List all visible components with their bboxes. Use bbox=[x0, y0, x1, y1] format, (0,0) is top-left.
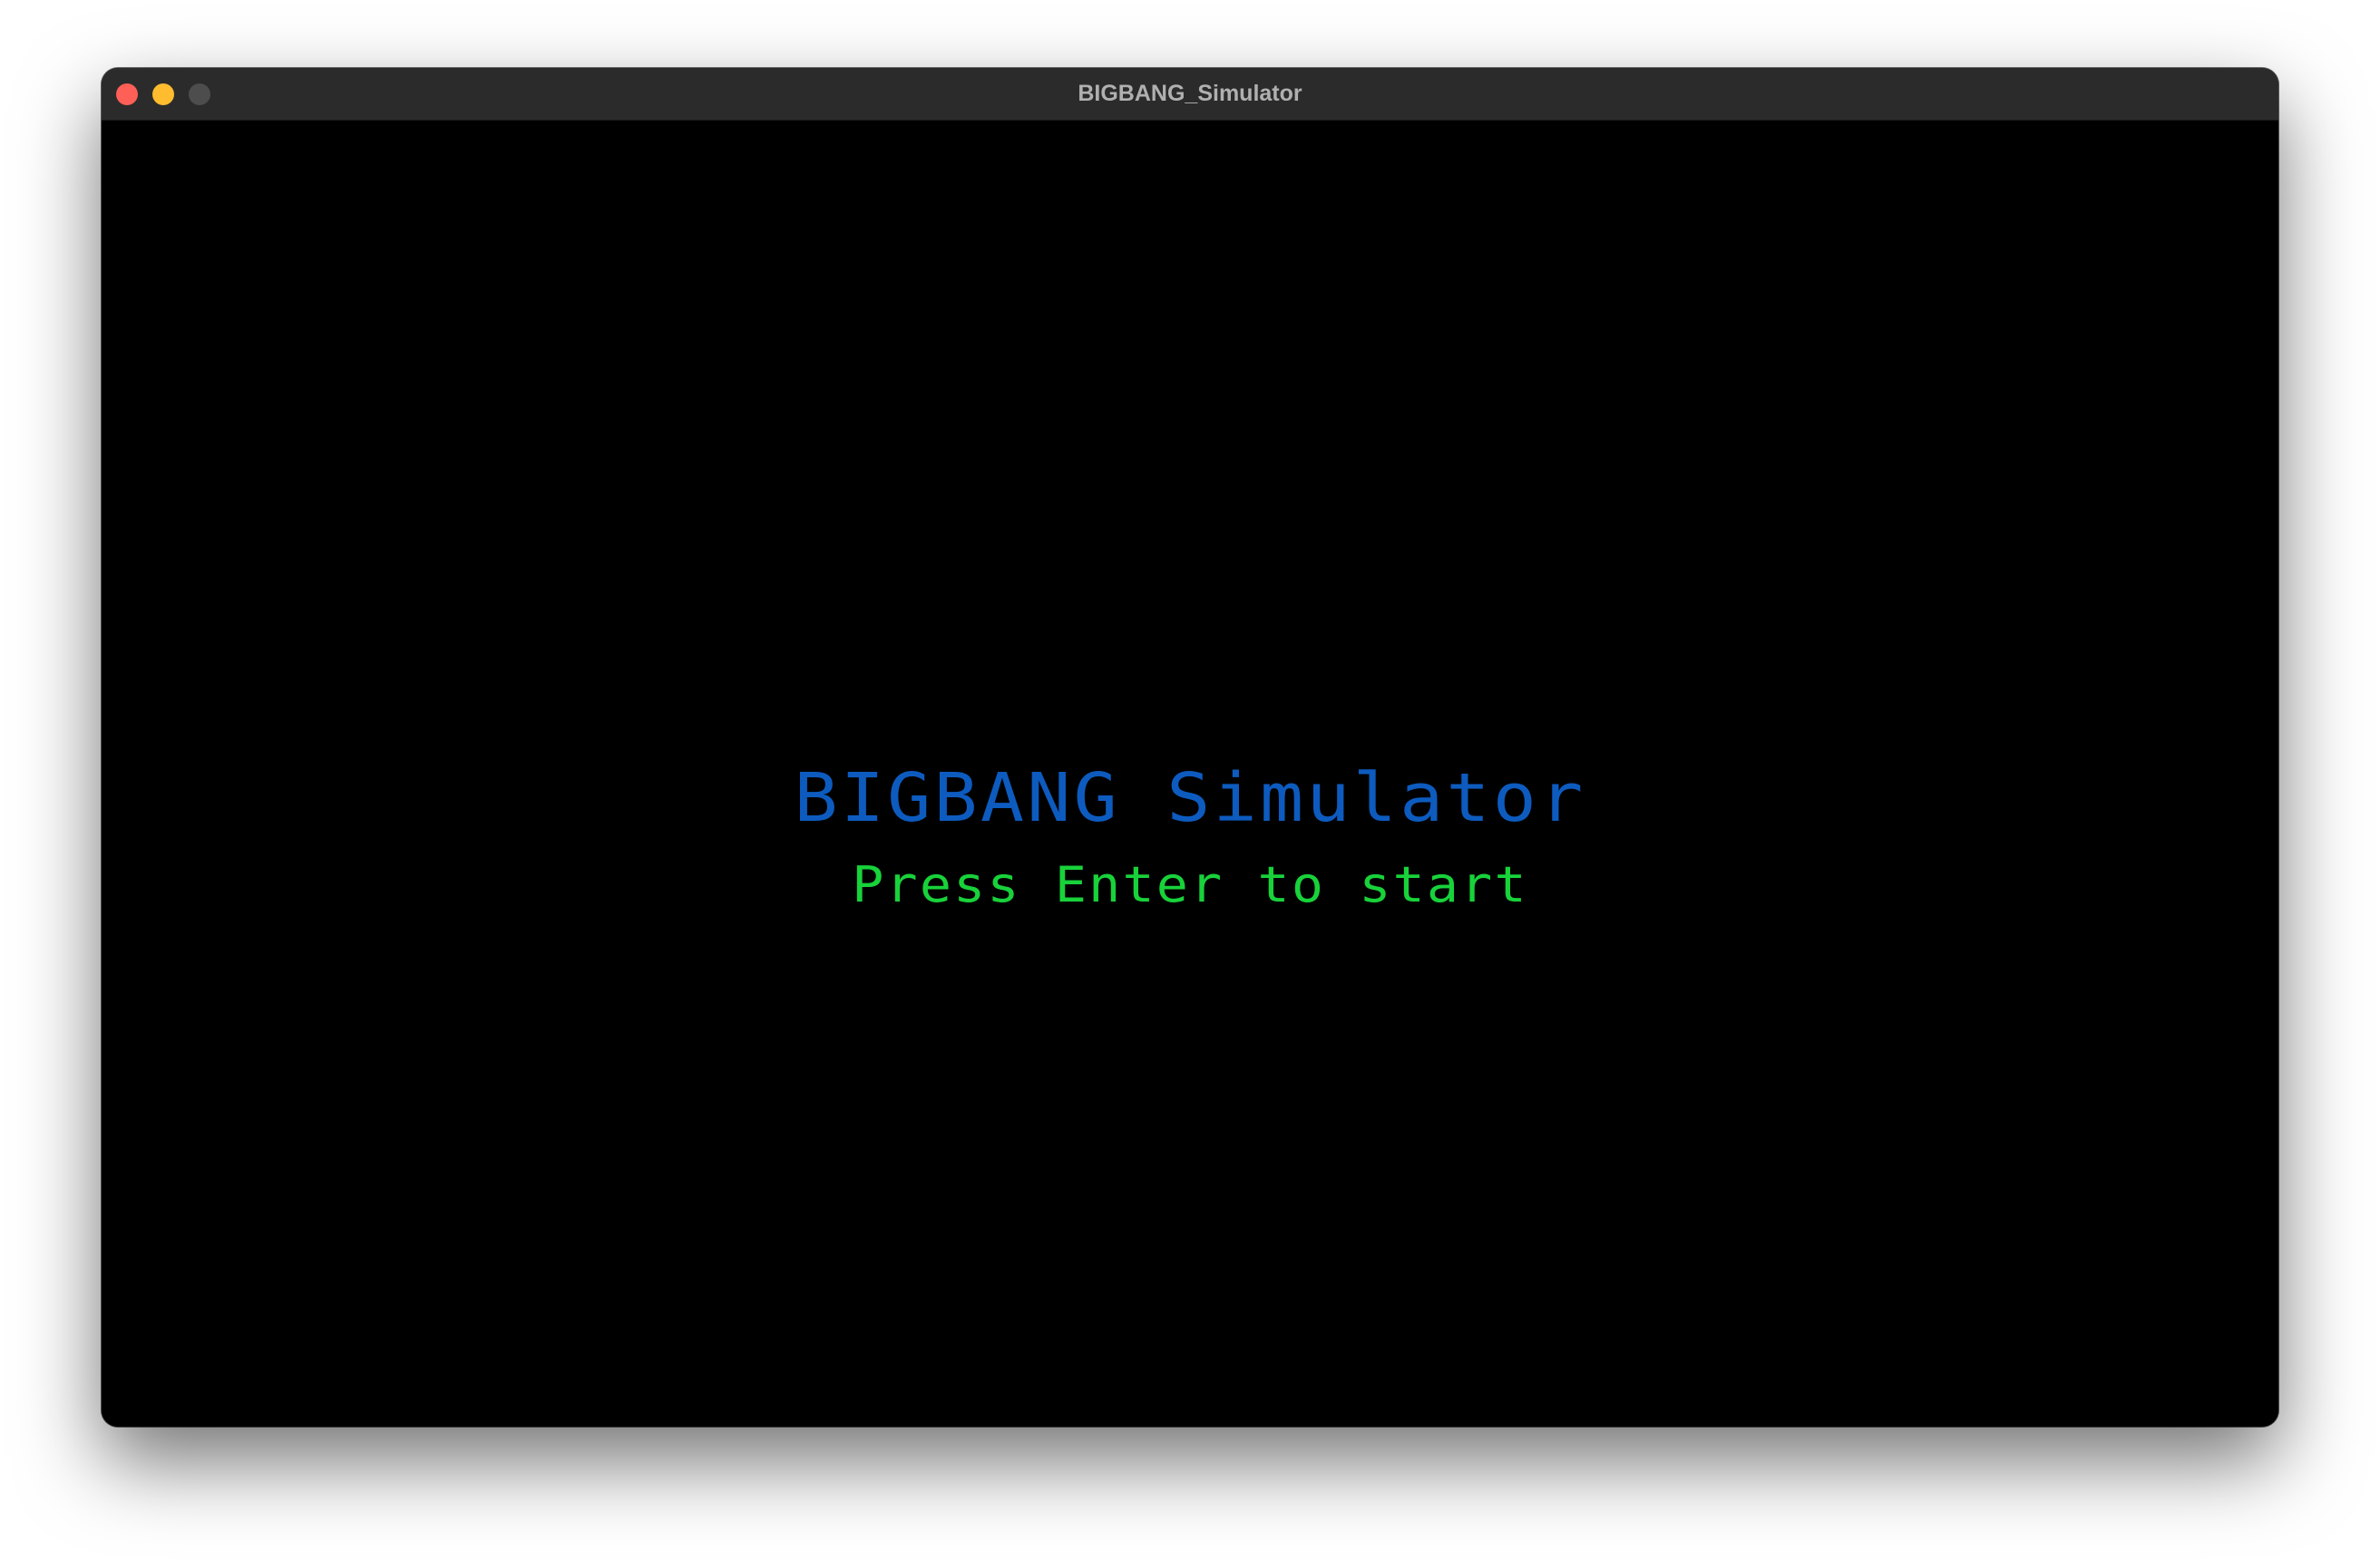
start-prompt: Press Enter to start bbox=[852, 856, 1528, 913]
game-canvas[interactable]: BIGBANG Simulator Press Enter to start bbox=[102, 121, 2278, 1427]
window-title: BIGBANG_Simulator bbox=[1078, 81, 1302, 106]
app-window: BIGBANG_Simulator BIGBANG Simulator Pres… bbox=[102, 68, 2278, 1427]
game-title: BIGBANG Simulator bbox=[794, 759, 1586, 837]
title-bar[interactable]: BIGBANG_Simulator bbox=[102, 68, 2278, 121]
